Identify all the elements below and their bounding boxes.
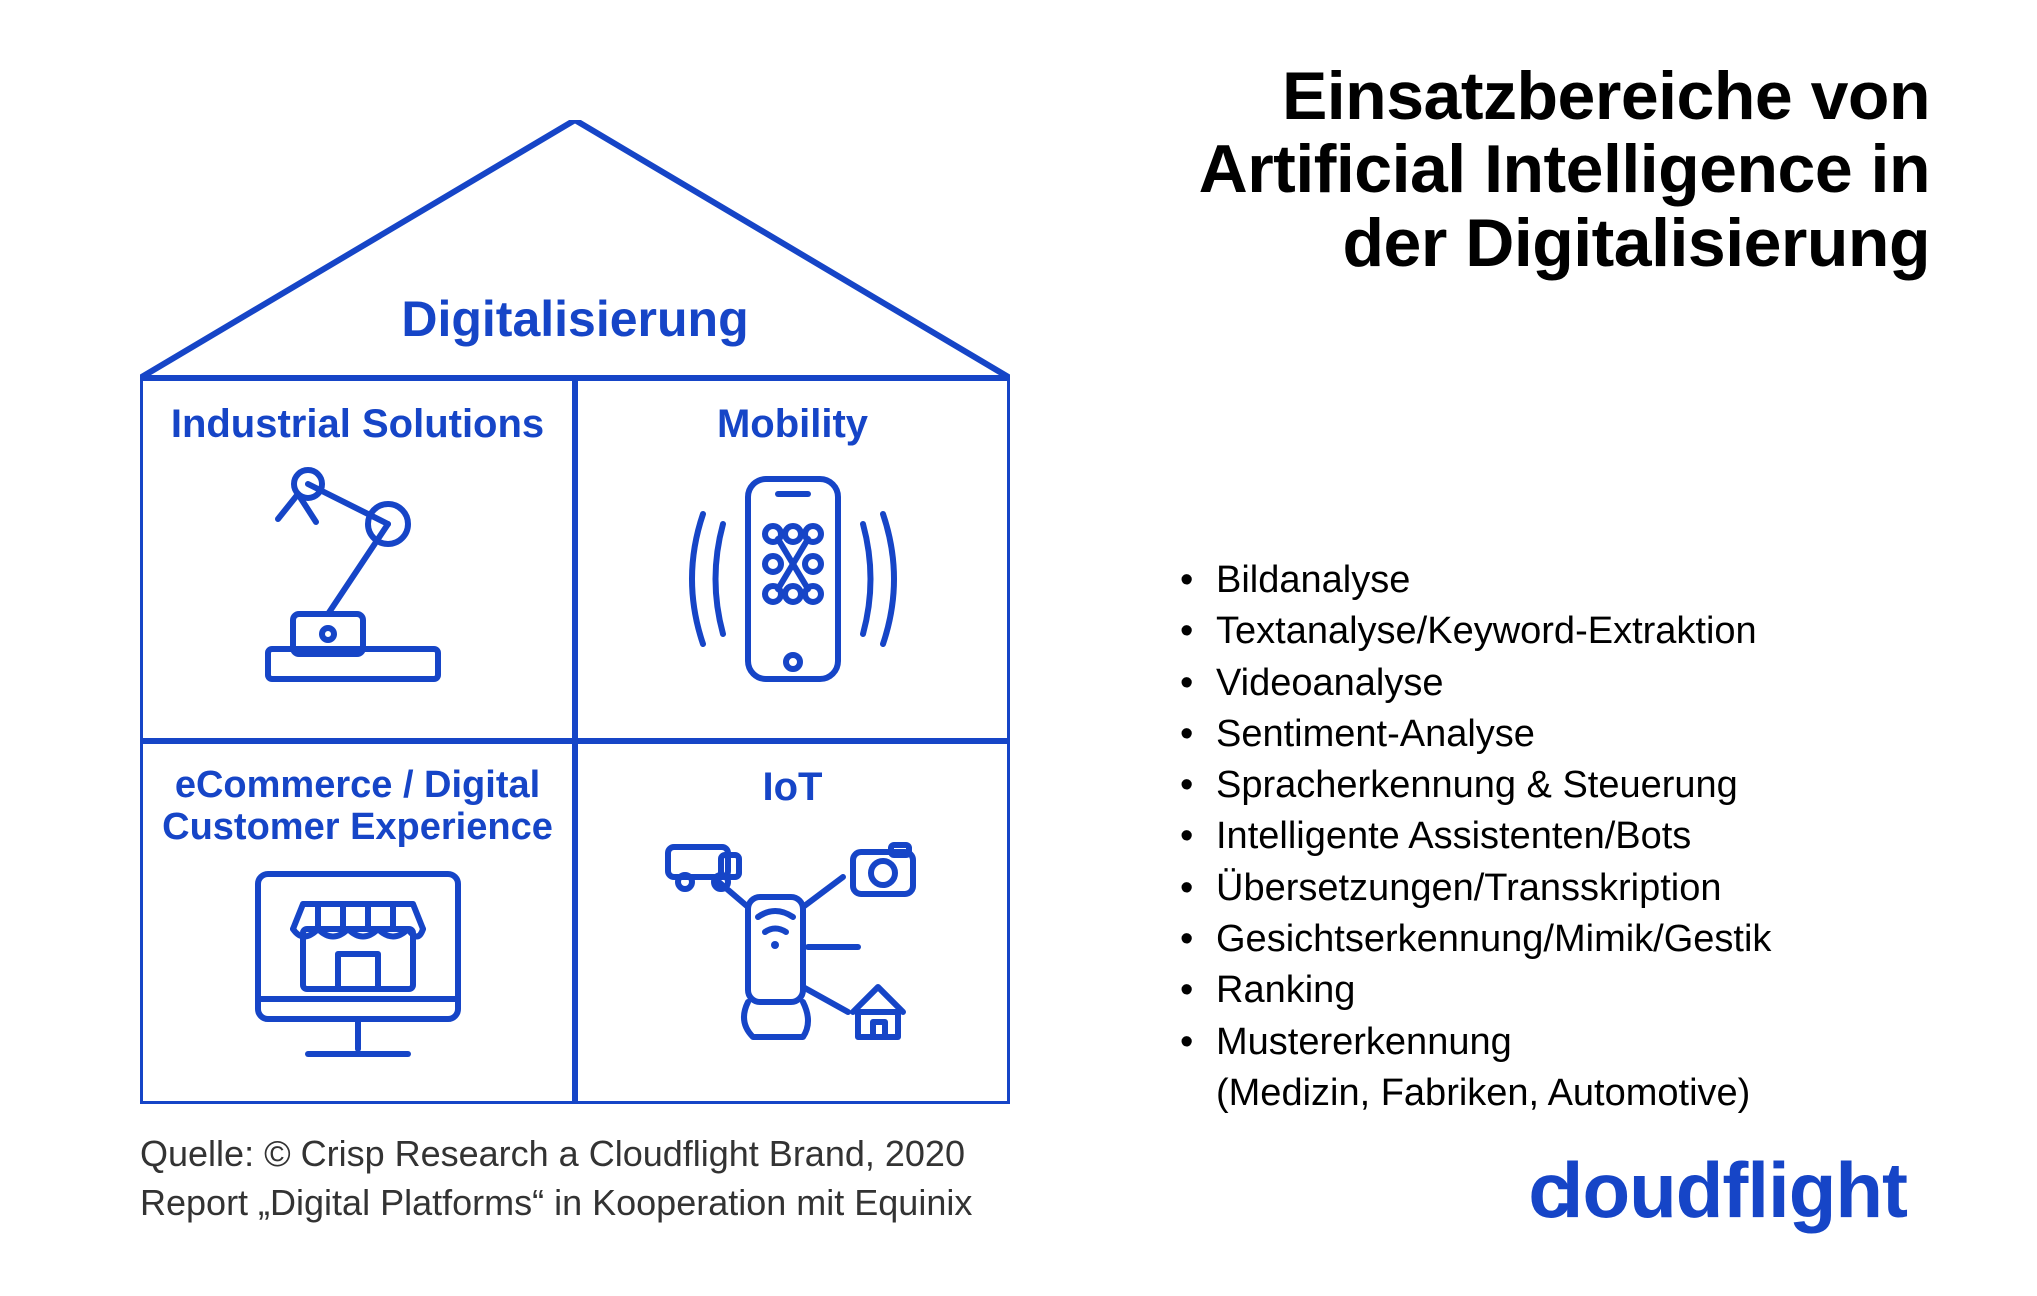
brand-logo: cloudflight [1528, 1145, 1907, 1236]
cell-mobility: Mobility [575, 378, 1010, 741]
roof-title: Digitalisierung [140, 290, 1010, 348]
cell-iot: IoT [575, 741, 1010, 1104]
cell-industrial-solutions: Industrial Solutions [140, 378, 575, 741]
source-line: Report „Digital Platforms“ in Kooperatio… [140, 1179, 1040, 1228]
bullet-item: Spracherkennung & Steuerung [1180, 760, 1940, 811]
house-diagram: Digitalisierung Industrial Solutions [140, 120, 1010, 1104]
title-line: Artificial Intelligence in [1199, 131, 1930, 207]
diagram-page: Digitalisierung Industrial Solutions [0, 0, 2037, 1296]
cell-title: Mobility [717, 402, 868, 454]
cell-title: Industrial Solutions [171, 402, 544, 454]
cell-ecommerce: eCommerce / Digital Customer Experience [140, 741, 575, 1104]
bullet-item: Textanalyse/Keyword-Extraktion [1180, 606, 1940, 657]
title-line: Einsatzbereiche von [1282, 58, 1930, 134]
iot-devices-icon [653, 827, 933, 1047]
phone-signal-icon [663, 464, 923, 694]
robot-arm-icon [238, 464, 478, 684]
bullet-item: Übersetzungen/Transskription [1180, 863, 1940, 914]
bullet-item: Videoanalyse [1180, 658, 1940, 709]
bullet-item: Ranking [1180, 965, 1940, 1016]
title-line: der Digitalisierung [1343, 205, 1931, 281]
brand-text: loudflight [1562, 1146, 1907, 1234]
cell-title: eCommerce / Digital Customer Experience [162, 765, 553, 849]
source-line: Quelle: © Crisp Research a Cloudflight B… [140, 1130, 1040, 1179]
page-title: Einsatzbereiche von Artificial Intellige… [1050, 60, 1930, 280]
bullet-list: Bildanalyse Textanalyse/Keyword-Extrakti… [1180, 555, 1940, 1119]
bullet-item: Sentiment-Analyse [1180, 709, 1940, 760]
bullet-subline: (Medizin, Fabriken, Automotive) [1180, 1068, 1940, 1119]
bullet-item: Mustererkennung [1180, 1017, 1940, 1068]
shop-monitor-icon [238, 859, 478, 1069]
house-grid: Industrial Solutions [140, 378, 1010, 1104]
source-text: Quelle: © Crisp Research a Cloudflight B… [140, 1130, 1040, 1227]
bullet-item: Bildanalyse [1180, 555, 1940, 606]
cell-title: IoT [763, 765, 823, 817]
bullet-item: Intelligente Assistenten/Bots [1180, 811, 1940, 862]
bullet-item: Gesichtserkennung/Mimik/Gestik [1180, 914, 1940, 965]
